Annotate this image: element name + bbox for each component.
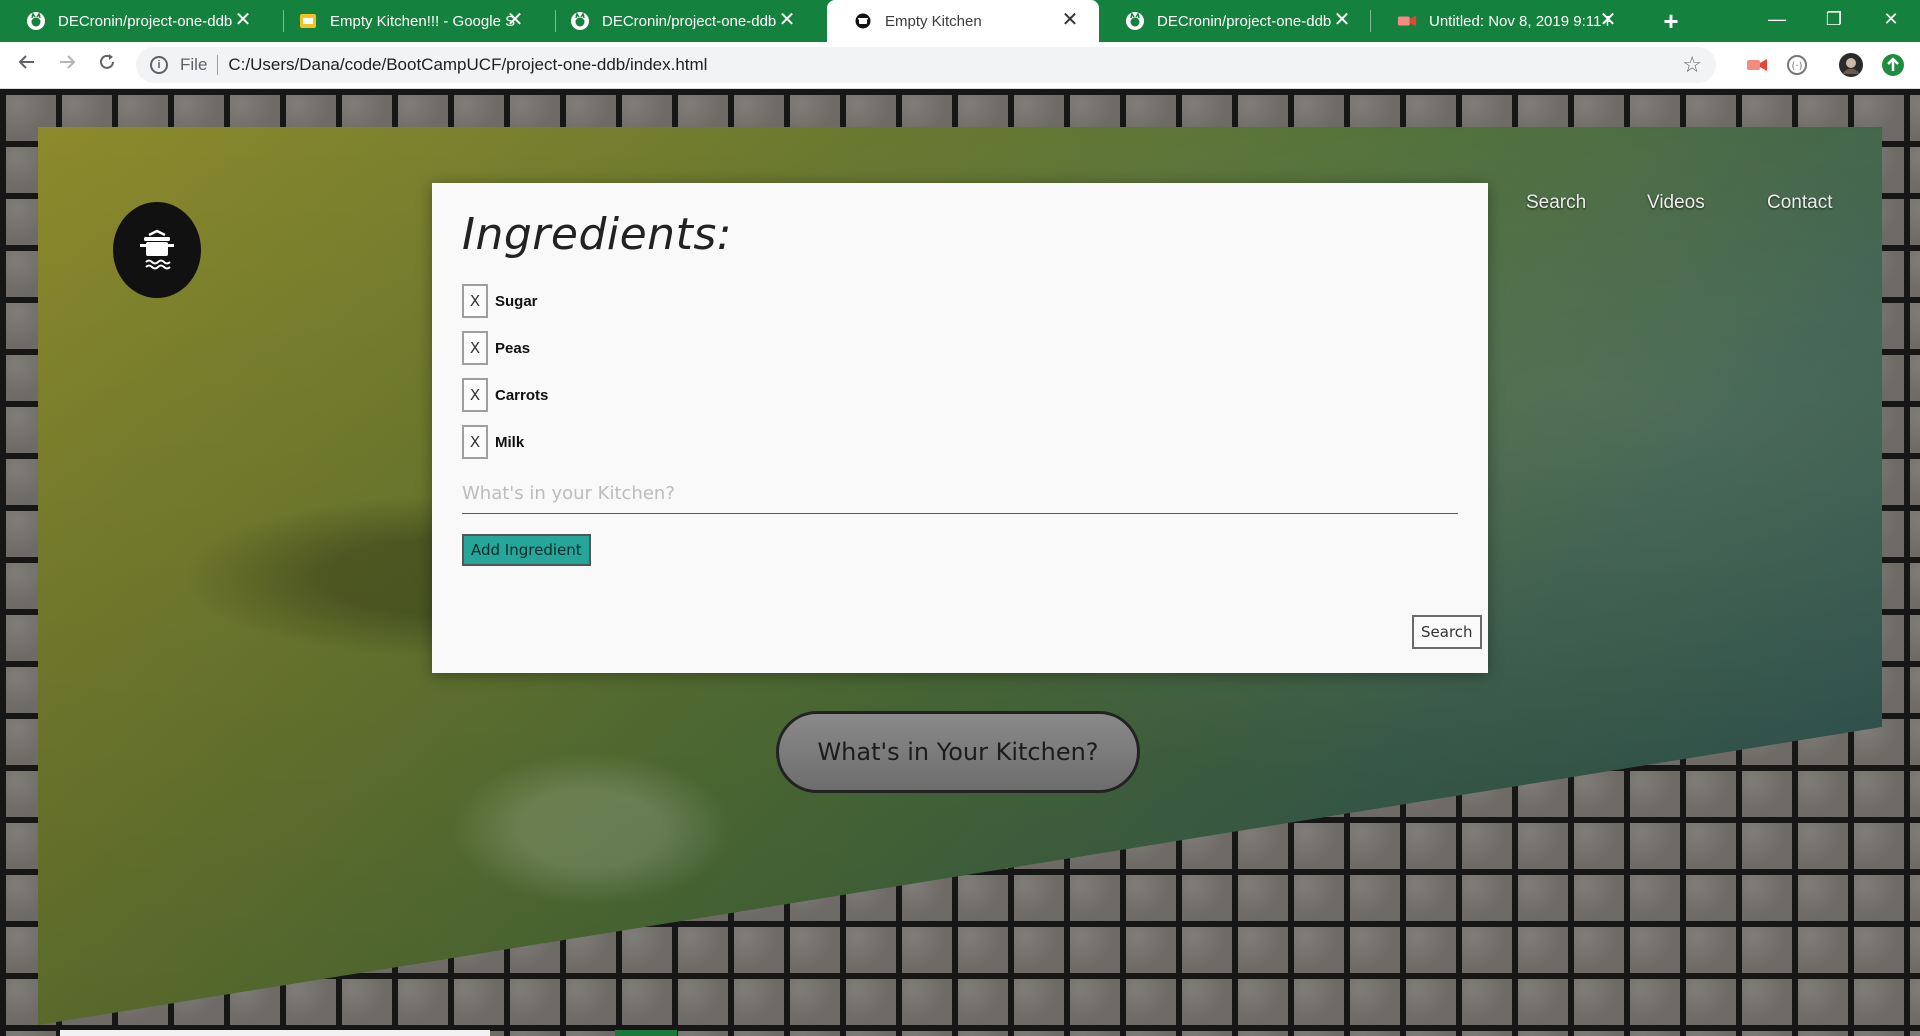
arrow-left-icon bbox=[18, 55, 34, 69]
tab-title: DECronin/project-one-ddb bbox=[602, 12, 777, 30]
browser-tab[interactable]: Untitled: Nov 8, 2019 9:11 PM ✕ bbox=[1371, 0, 1643, 42]
add-ingredient-button[interactable]: Add Ingredient bbox=[462, 534, 591, 566]
browser-tab-active[interactable]: Empty Kitchen ✕ bbox=[827, 0, 1099, 42]
remove-ingredient-button[interactable]: X bbox=[462, 378, 488, 412]
remove-ingredient-button[interactable]: X bbox=[462, 331, 488, 365]
new-tab-button[interactable]: + bbox=[1656, 6, 1686, 36]
tab-title: DECronin/project-one-ddb bbox=[1157, 12, 1332, 30]
github-icon bbox=[1125, 11, 1145, 31]
update-icon[interactable] bbox=[1880, 52, 1906, 78]
browser-tab[interactable]: DECronin/project-one-ddb ✕ bbox=[0, 0, 272, 42]
screencastify-icon bbox=[1397, 11, 1417, 31]
remove-ingredient-button[interactable]: X bbox=[462, 425, 488, 459]
info-icon[interactable]: i bbox=[150, 56, 168, 74]
tab-title: Empty Kitchen!!! - Google Slides bbox=[330, 12, 515, 30]
page-bottom-strip bbox=[60, 1030, 490, 1036]
screencastify-extension-icon[interactable] bbox=[1744, 52, 1770, 78]
browser-tab[interactable]: DECronin/project-one-ddb ✕ bbox=[1099, 0, 1371, 42]
page-viewport: Search Videos Contact What's in Your Kit… bbox=[0, 89, 1920, 1036]
forward-button[interactable] bbox=[52, 50, 82, 80]
browser-tab[interactable]: Empty Kitchen!!! - Google Slides ✕ bbox=[272, 0, 544, 42]
search-button[interactable]: Search bbox=[1412, 615, 1482, 649]
nav-search-link[interactable]: Search bbox=[1526, 192, 1586, 214]
site-logo[interactable] bbox=[113, 202, 201, 298]
profile-avatar[interactable] bbox=[1838, 52, 1864, 78]
ingredients-modal: Ingredients: X Sugar X Peas X Carrots X … bbox=[432, 183, 1488, 673]
url-text[interactable]: C:/Users/Dana/code/BootCampUCF/project-o… bbox=[228, 55, 707, 75]
window-close-button[interactable]: ✕ bbox=[1862, 0, 1920, 38]
nav-videos-link[interactable]: Videos bbox=[1647, 192, 1705, 214]
remove-ingredient-button[interactable]: X bbox=[462, 284, 488, 318]
reload-button[interactable] bbox=[92, 50, 122, 80]
back-button[interactable] bbox=[12, 50, 42, 80]
reload-icon bbox=[100, 54, 114, 69]
close-icon[interactable]: ✕ bbox=[1331, 9, 1353, 31]
list-item: X Peas bbox=[462, 331, 548, 365]
github-icon bbox=[570, 11, 590, 31]
page-bottom-accent bbox=[615, 1030, 677, 1036]
close-icon[interactable]: ✕ bbox=[504, 9, 526, 31]
bookmark-star-icon[interactable]: ☆ bbox=[1682, 52, 1702, 78]
svg-text:(·): (·) bbox=[1792, 61, 1803, 72]
close-icon[interactable]: ✕ bbox=[1059, 9, 1081, 31]
close-icon[interactable]: ✕ bbox=[232, 9, 254, 31]
list-item: X Carrots bbox=[462, 378, 548, 412]
github-icon bbox=[26, 11, 46, 31]
restore-button[interactable]: ❐ bbox=[1805, 0, 1863, 38]
address-bar[interactable]: i File C:/Users/Dana/code/BootCampUCF/pr… bbox=[136, 47, 1716, 83]
ingredient-input[interactable] bbox=[462, 473, 1458, 514]
tab-title: Empty Kitchen bbox=[885, 12, 982, 30]
modal-title: Ingredients: bbox=[462, 209, 733, 260]
ingredient-name: Milk bbox=[495, 433, 525, 451]
whats-in-your-kitchen-button[interactable]: What's in Your Kitchen? bbox=[776, 711, 1140, 793]
browser-tab[interactable]: DECronin/project-one-ddb ✕ bbox=[544, 0, 816, 42]
ingredient-list: X Sugar X Peas X Carrots X Milk bbox=[462, 284, 548, 472]
list-item: X Milk bbox=[462, 425, 548, 459]
close-icon[interactable]: ✕ bbox=[1597, 9, 1619, 31]
tab-title: DECronin/project-one-ddb bbox=[58, 12, 233, 30]
ingredient-name: Sugar bbox=[495, 292, 538, 310]
nav-contact-link[interactable]: Contact bbox=[1767, 192, 1832, 214]
tab-title: Untitled: Nov 8, 2019 9:11 PM bbox=[1429, 12, 1611, 30]
arrow-right-icon bbox=[60, 55, 76, 69]
google-slides-icon bbox=[298, 11, 318, 31]
tab-strip: DECronin/project-one-ddb ✕ Empty Kitchen… bbox=[0, 0, 1920, 42]
minimize-button[interactable]: — bbox=[1748, 0, 1806, 38]
ingredient-name: Peas bbox=[495, 339, 531, 357]
list-item: X Sugar bbox=[462, 284, 548, 318]
extension-icon[interactable]: (·) bbox=[1784, 52, 1810, 78]
cooking-pot-icon bbox=[140, 229, 174, 270]
close-icon[interactable]: ✕ bbox=[776, 9, 798, 31]
omnibox-divider bbox=[217, 55, 219, 75]
scheme-label: File bbox=[180, 55, 208, 74]
pot-favicon-icon bbox=[853, 11, 873, 31]
ingredient-name: Carrots bbox=[495, 386, 549, 404]
browser-toolbar: i File C:/Users/Dana/code/BootCampUCF/pr… bbox=[0, 42, 1920, 89]
